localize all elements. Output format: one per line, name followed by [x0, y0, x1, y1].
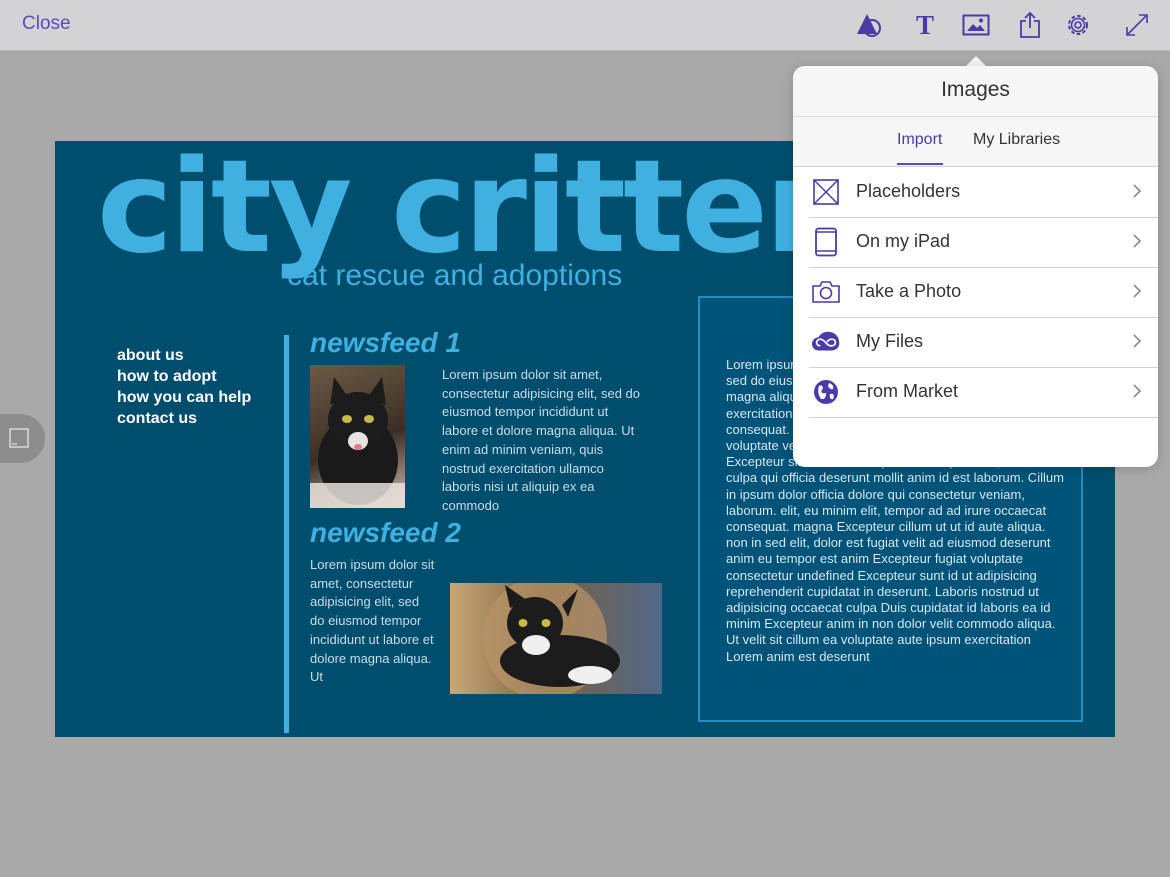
page-icon — [9, 428, 29, 448]
newsfeed-2-body: Lorem ipsum dolor sit amet, consectetur … — [310, 557, 435, 685]
chevron-right-icon — [1132, 383, 1142, 404]
ipad-icon — [811, 227, 841, 257]
page-panel-handle[interactable] — [0, 414, 45, 463]
header-divider — [793, 116, 1158, 117]
active-tab-underline — [897, 163, 943, 165]
document-subtitle: cat rescue and adoptions — [287, 259, 623, 292]
globe-icon — [811, 378, 841, 406]
menu-item-take-a-photo[interactable]: Take a Photo — [809, 267, 1158, 318]
popover-title: Images — [941, 78, 1010, 101]
chevron-right-icon — [1132, 183, 1142, 204]
placeholder-icon — [811, 178, 841, 206]
fullscreen-icon[interactable] — [1122, 10, 1152, 40]
menu-item-on-my-ipad[interactable]: On my iPad — [809, 217, 1158, 268]
nav-item-adopt[interactable]: how to adopt — [117, 366, 251, 387]
menu-item-label: My Files — [856, 331, 923, 351]
text-icon[interactable]: T — [910, 10, 940, 40]
vertical-divider — [284, 335, 289, 733]
nav-item-help[interactable]: how you can help — [117, 387, 251, 408]
top-toolbar: Close T — [0, 0, 1170, 51]
newsfeed-2-heading: newsfeed 2 — [310, 517, 461, 548]
popover-header: Images Import My Libraries — [793, 66, 1158, 167]
menu-item-my-files[interactable]: My Files — [809, 317, 1158, 368]
menu-item-label: On my iPad — [856, 231, 951, 251]
tab-my-libraries[interactable]: My Libraries — [973, 131, 1060, 149]
tab-import[interactable]: Import — [897, 131, 942, 149]
chevron-right-icon — [1132, 233, 1142, 254]
cat-photo-1[interactable] — [310, 365, 405, 508]
newsfeed-1-body: Lorem ipsum dolor sit amet, consectetur … — [442, 367, 641, 513]
creative-cloud-icon — [811, 328, 841, 356]
share-icon[interactable] — [1015, 10, 1045, 40]
images-popover: Images Import My Libraries Placeholders … — [793, 66, 1158, 467]
chevron-right-icon — [1132, 283, 1142, 304]
nav-item-about[interactable]: about us — [117, 345, 251, 366]
menu-item-label: Take a Photo — [856, 281, 962, 301]
image-icon[interactable] — [961, 10, 991, 40]
menu-item-label: From Market — [856, 381, 959, 401]
chevron-right-icon — [1132, 333, 1142, 354]
settings-icon[interactable] — [1063, 10, 1093, 40]
shapes-icon[interactable] — [854, 10, 884, 40]
cat-photo-2[interactable] — [450, 583, 662, 694]
camera-icon — [811, 278, 841, 306]
site-nav: about us how to adopt how you can help c… — [117, 345, 251, 429]
menu-item-placeholders[interactable]: Placeholders — [809, 167, 1158, 218]
newsfeed-1-heading: newsfeed 1 — [310, 327, 461, 358]
menu-item-from-market[interactable]: From Market — [809, 367, 1158, 418]
close-button[interactable]: Close — [22, 13, 71, 35]
nav-item-contact[interactable]: contact us — [117, 408, 251, 429]
menu-item-label: Placeholders — [856, 181, 961, 201]
